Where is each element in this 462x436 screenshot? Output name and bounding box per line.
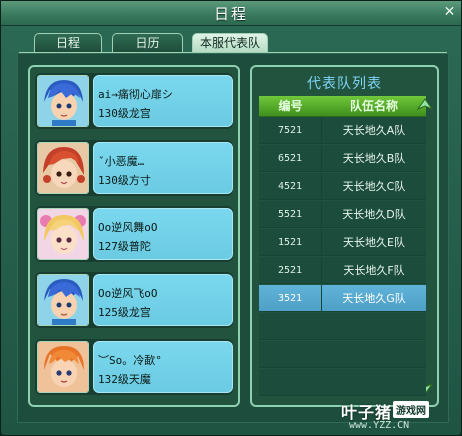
team-list-title: 代表队列表	[307, 76, 382, 92]
team-name: 天长地久E队	[343, 236, 405, 249]
title-bar[interactable]: 日程 ✕	[1, 1, 461, 26]
member-item[interactable]: ai→痛彻心扉シ 130级龙宫	[35, 73, 233, 129]
blue-hair-boy-icon	[38, 76, 88, 126]
member-name: ai→痛彻心扉シ	[98, 88, 173, 101]
team-list-header: 编号 队伍名称	[259, 96, 426, 117]
team-id: 6521	[259, 145, 322, 172]
schedule-window: 日程 ✕ 日程 日历 本服代表队 ai→痛彻心扉シ 130级龙宫 ˇ小恶魔… 1…	[0, 0, 462, 436]
team-id: 2521	[259, 257, 322, 284]
team-name: 天长地久F队	[343, 264, 405, 277]
member-card: Oo逆风飞oO 125级龙宫	[93, 274, 233, 326]
team-name: 天长地久D队	[342, 208, 406, 221]
member-item[interactable]: ˇ小恶魔… 130级方寸	[35, 140, 233, 196]
team-list-panel: 代表队列表 编号 队伍名称 7521 天长地久A队 6521 天长地久B队 45…	[250, 65, 439, 407]
avatar	[37, 274, 89, 326]
team-id: 5521	[259, 201, 322, 228]
site-watermark: 叶子猪 游戏网 www.YZZ.CN	[341, 399, 461, 435]
team-id: 1521	[259, 229, 322, 256]
table-row-empty	[259, 369, 426, 396]
member-level: 127级普陀	[98, 240, 151, 253]
team-id: 7521	[259, 117, 322, 144]
table-row[interactable]: 4521 天长地久C队	[259, 173, 426, 200]
table-row-empty	[259, 341, 426, 368]
scroll-up-icon[interactable]	[416, 97, 434, 113]
member-card: ai→痛彻心扉シ 130级龙宫	[93, 75, 233, 127]
member-item[interactable]: ︶So。冷歃° 132级天魔	[35, 339, 233, 395]
table-row[interactable]: 5521 天长地久D队	[259, 201, 426, 228]
close-icon[interactable]: ✕	[441, 4, 458, 21]
watermark-badge: 游戏网	[393, 401, 429, 418]
table-row[interactable]: 1521 天长地久E队	[259, 229, 426, 256]
window-title: 日程	[213, 5, 248, 23]
team-name: 天长地久A队	[342, 124, 406, 137]
member-item[interactable]: Oo逆风飞oO 125级龙宫	[35, 272, 233, 328]
team-name: 天长地久B队	[342, 152, 406, 165]
orange-hair-boy-icon	[38, 342, 88, 392]
avatar	[37, 341, 89, 393]
table-row-empty	[259, 313, 426, 340]
avatar	[37, 208, 89, 260]
column-header-id[interactable]: 编号	[259, 96, 322, 116]
member-card: ˇ小恶魔… 130级方寸	[93, 142, 233, 194]
watermark-url: www.YZZ.CN	[349, 420, 410, 431]
table-row[interactable]: 7521 天长地久A队	[259, 117, 426, 144]
team-id: 4521	[259, 173, 322, 200]
tab-calendar[interactable]: 日历	[112, 33, 183, 52]
table-row[interactable]: 2521 天长地久F队	[259, 257, 426, 284]
member-item[interactable]: Oo逆风舞oO 127级普陀	[35, 206, 233, 262]
pink-blonde-girl-icon	[38, 209, 88, 259]
blue-hair-boy-icon	[38, 275, 88, 325]
member-name: Oo逆风飞oO	[98, 287, 158, 300]
member-level: 130级方寸	[98, 174, 151, 187]
member-card: ︶So。冷歃° 132级天魔	[93, 341, 233, 393]
tab-server-team[interactable]: 本服代表队	[192, 33, 268, 52]
member-name: ︶So。冷歃°	[98, 354, 162, 367]
avatar	[37, 142, 89, 194]
column-header-team-name[interactable]: 队伍名称	[322, 96, 426, 116]
team-id: 3521	[259, 285, 322, 312]
tab-schedule[interactable]: 日程	[34, 33, 102, 52]
member-card: Oo逆风舞oO 127级普陀	[93, 208, 233, 260]
table-row-selected[interactable]: 3521 天长地久G队	[259, 285, 426, 312]
member-level: 130级龙宫	[98, 107, 151, 120]
team-name: 天长地久C队	[342, 180, 406, 193]
member-name: ˇ小恶魔…	[98, 155, 145, 168]
avatar	[37, 75, 89, 127]
red-hair-girl-icon	[38, 143, 88, 193]
table-row[interactable]: 6521 天长地久B队	[259, 145, 426, 172]
member-level: 125级龙宫	[98, 306, 151, 319]
member-level: 132级天魔	[98, 373, 151, 386]
member-name: Oo逆风舞oO	[98, 221, 158, 234]
team-name: 天长地久G队	[342, 292, 406, 305]
